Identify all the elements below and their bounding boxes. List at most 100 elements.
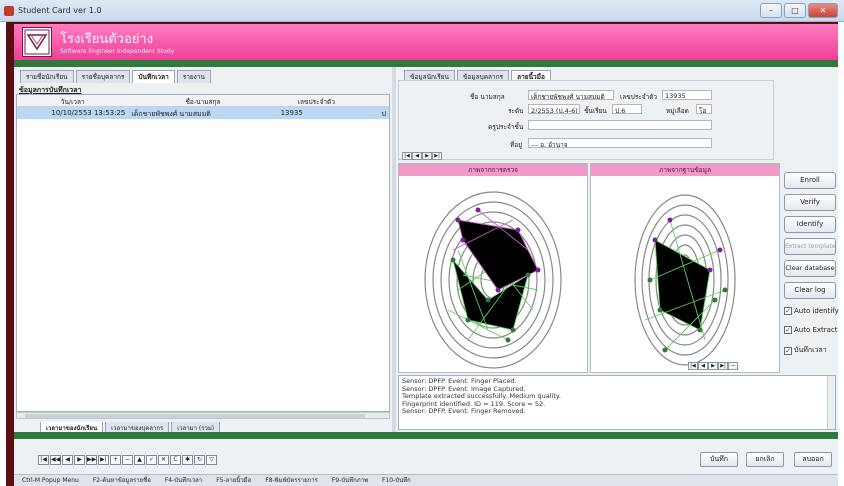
cancel-button[interactable]: ยกเลิก [746, 452, 784, 467]
divider-strip [14, 432, 838, 439]
nav-insert-button[interactable]: + [110, 455, 121, 465]
image-last-button[interactable]: ▶| [718, 362, 728, 370]
shortcut-hint: F8-พิมพ์บัตรรายการ [265, 477, 318, 484]
nav-edit-button[interactable]: ▲ [134, 455, 145, 465]
level-label: ระดับ [508, 107, 524, 115]
horizontal-scrollbar[interactable] [16, 412, 390, 419]
next-record-button[interactable]: ▶ [422, 152, 432, 160]
cell-datetime: 10/10/2553 13:53:25 [51, 109, 126, 117]
clear-log-button[interactable]: Clear log [784, 282, 836, 299]
save-button[interactable]: บันทึก [700, 452, 738, 467]
verify-button[interactable]: Verify [784, 194, 836, 211]
nav-copy-button[interactable]: C [170, 455, 181, 465]
column-extra[interactable] [355, 95, 389, 106]
shortcut-hint: F9-บันทึกภาพ [331, 477, 369, 484]
scan-image-caption: ภาพจากการตรวจ [399, 164, 587, 176]
level-field[interactable]: 2/2553 (ป.4-6) [528, 104, 580, 114]
blood-field[interactable]: โอ [696, 104, 712, 114]
data-navigator: |◀ ◀◀ ◀ ▶ ▶▶ ▶| + − ▲ ✓ ✕ C ✱ ↻ ▽ [38, 455, 217, 465]
close-button[interactable]: ✕ [808, 3, 838, 18]
teacher-field[interactable] [528, 120, 712, 130]
record-navigator: |◀ ◀ ▶ ▶| [402, 152, 442, 160]
tab-time-record[interactable]: บันทึกเวลา [132, 70, 175, 83]
id-label: เลขประจำตัว [620, 93, 658, 101]
image-navigator: |◀ ◀ ▶ ▶| — [688, 362, 738, 370]
log-line: Sensor: DPFP. Event: Finger Removed. [402, 407, 526, 415]
event-log[interactable]: Sensor: DPFP. Event: Finger Placed. Sens… [398, 375, 836, 430]
panel-splitter[interactable] [392, 67, 396, 432]
first-record-button[interactable]: |◀ [402, 152, 412, 160]
auto-extract-label: Auto Extract [794, 326, 838, 334]
window-titlebar: Student Card ver 1.0 – □ ✕ [0, 0, 844, 22]
enroll-button[interactable]: Enroll [784, 172, 836, 189]
class-field[interactable]: ป.6 [612, 104, 642, 114]
image-next-button[interactable]: ▶ [708, 362, 718, 370]
divider-strip [14, 60, 838, 67]
nav-delete-button[interactable]: − [122, 455, 133, 465]
image-prev-button[interactable]: ◀ [698, 362, 708, 370]
nav-next-page-button[interactable]: ▶▶ [86, 455, 97, 465]
id-field[interactable]: 13935 [662, 90, 712, 100]
database-fingerprint-icon [634, 194, 736, 366]
auto-extract-checkbox[interactable]: ✓ Auto Extract [784, 326, 838, 334]
nav-next-button[interactable]: ▶ [74, 455, 85, 465]
shortcut-hint: F10-บันทึก [382, 477, 411, 484]
scan-image-panel: ภาพจากการตรวจ [398, 163, 588, 373]
delete-button[interactable]: ลบออก [794, 452, 832, 467]
nav-bookmark-button[interactable]: ✱ [182, 455, 193, 465]
record-time-checkbox[interactable]: ✓ บันทึกเวลา [784, 345, 827, 356]
app-icon [4, 6, 14, 16]
extract-template-button[interactable]: Extract template [784, 238, 836, 255]
identify-button[interactable]: Identify [784, 216, 836, 233]
checkbox-checked-icon: ✓ [784, 307, 792, 315]
tab-staff[interactable]: รายชื่อบุคลากร [75, 70, 131, 83]
scrollbar-thumb[interactable] [25, 414, 365, 418]
log-scrollbar[interactable] [827, 376, 835, 429]
time-record-table: วัน/เวลา ชื่อ-นามสกุล เลขประจำตัว 10/10/… [16, 94, 390, 412]
cell-extra: ป [381, 110, 386, 118]
auto-identify-label: Auto identify [794, 307, 839, 315]
prev-record-button[interactable]: ◀ [412, 152, 422, 160]
auto-identify-checkbox[interactable]: ✓ Auto identify [784, 307, 839, 315]
nav-prev-page-button[interactable]: ◀◀ [50, 455, 61, 465]
nav-refresh-button[interactable]: ↻ [194, 455, 205, 465]
school-logo-icon [22, 27, 52, 57]
name-field[interactable]: เด็กชายพัชพงศ์ นามสมมติ [528, 90, 614, 100]
nav-filter-button[interactable]: ▽ [206, 455, 217, 465]
column-name[interactable]: ชื่อ-นามสกุล [128, 95, 277, 106]
nav-prev-button[interactable]: ◀ [62, 455, 73, 465]
school-name: โรงเรียนตัวอย่าง [60, 32, 154, 47]
shortcut-hint: F4-บันทึกเวลา [164, 477, 203, 484]
tab-students[interactable]: รายชื่อนักเรียน [20, 70, 74, 83]
image-first-button[interactable]: |◀ [688, 362, 698, 370]
last-record-button[interactable]: ▶| [432, 152, 442, 160]
teacher-label: ครูประจำชั้น [488, 123, 524, 131]
tab-reports[interactable]: รายงาน [176, 70, 211, 83]
checkbox-checked-icon: ✓ [784, 326, 792, 334]
column-id[interactable]: เลขประจำตัว [278, 95, 356, 106]
nav-first-button[interactable]: |◀ [38, 455, 49, 465]
table-row[interactable]: 10/10/2553 13:53:25 เด็กชายพัชพงศ์ นามสม… [17, 107, 389, 119]
scanned-fingerprint-icon [424, 191, 562, 369]
address-field[interactable]: --- อ. อำนาจ [528, 138, 712, 148]
record-time-label: บันทึกเวลา [794, 346, 827, 354]
window-controls: – □ ✕ [760, 3, 838, 18]
blood-label: หมู่เลือด [666, 107, 689, 115]
table-header: วัน/เวลา ชื่อ-นามสกุล เลขประจำตัว [17, 95, 389, 107]
nav-cancel-button[interactable]: ✕ [158, 455, 169, 465]
image-delete-button[interactable]: — [728, 362, 738, 370]
clear-database-button[interactable]: Clear database [784, 260, 836, 277]
shortcut-hint: F5-ลายนิ้วมือ [216, 477, 252, 484]
maximize-button[interactable]: □ [784, 3, 806, 18]
nav-last-button[interactable]: ▶| [98, 455, 109, 465]
database-image-caption: ภาพจากฐานข้อมูล [591, 164, 779, 176]
database-image-panel: ภาพจากฐานข้อมูล [590, 163, 780, 373]
nav-post-button[interactable]: ✓ [146, 455, 157, 465]
minimize-button[interactable]: – [760, 3, 782, 18]
cell-name: เด็กชายพัชพงศ์ นามสมมติ [131, 110, 211, 118]
column-datetime[interactable]: วัน/เวลา [17, 95, 128, 106]
shortcut-statusbar: Ctrl-M Popup Menu F2-ค้นหาข้อมูลรายชื่อ … [14, 474, 838, 486]
school-banner: โรงเรียนตัวอย่าง Software Engineer Indep… [14, 24, 838, 60]
school-subtitle: Software Engineer Independent Study [60, 48, 175, 55]
name-label: ชื่อ นามสกุล [470, 93, 505, 101]
